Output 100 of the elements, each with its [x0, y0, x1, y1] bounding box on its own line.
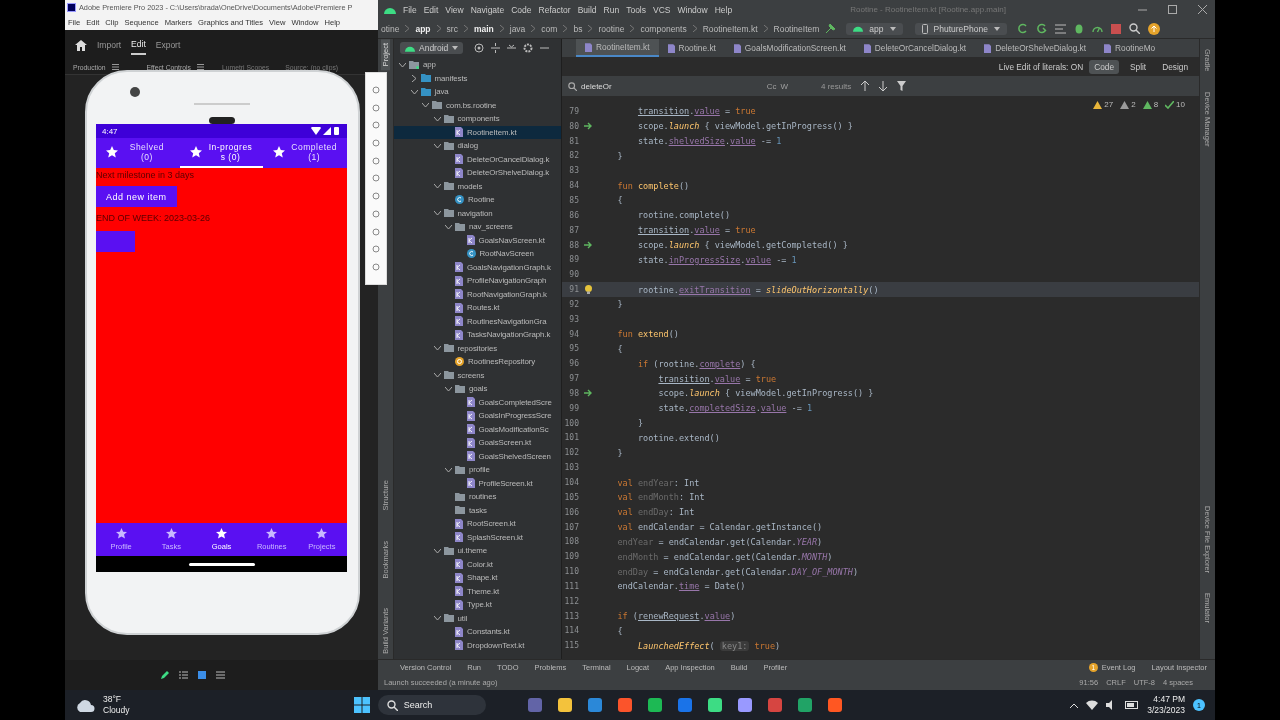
menu-item[interactable]: Edit [423, 4, 439, 15]
windows-logo-icon[interactable] [353, 697, 370, 713]
editor-tab[interactable]: Rootine.kt [658, 39, 725, 57]
menu-item[interactable]: Refactor [538, 4, 571, 15]
tab[interactable]: In-progress (0) [179, 138, 264, 168]
breadcrumb[interactable]: bs [573, 23, 583, 34]
search-icon[interactable] [1128, 23, 1140, 34]
breadcrumb[interactable]: components [640, 23, 687, 34]
code-line: if (rootine.complete) { [636, 358, 756, 369]
caret-icon [889, 26, 896, 31]
device-dropdown[interactable]: PhuturePhone [914, 22, 1007, 35]
weather-text[interactable]: Cloudy [103, 705, 130, 716]
menu-icon[interactable] [196, 64, 204, 70]
editor-tab[interactable]: GoalsModificationScreen.kt [724, 39, 855, 57]
stop-icon[interactable] [1110, 23, 1121, 34]
pencil-icon[interactable] [160, 670, 169, 680]
live-edit-status[interactable]: Live Edit of literals: ON [998, 61, 1084, 72]
menu-item[interactable]: Help [714, 4, 733, 15]
editor-tab[interactable]: DeleteOrShelveDialog.kt [975, 39, 1096, 57]
clock-date[interactable]: 3/23/2023 [1147, 705, 1185, 716]
project-view-dropdown[interactable]: Android [400, 42, 464, 54]
editor-tab[interactable]: RootineMo [1095, 39, 1165, 57]
lightbulb-icon[interactable] [584, 285, 592, 295]
filter-icon[interactable] [897, 81, 907, 91]
breadcrumb[interactable]: otine [381, 23, 400, 34]
wifi-icon[interactable] [1086, 700, 1099, 710]
editor-tab[interactable]: DeleteOrCancelDialog.kt [854, 39, 976, 57]
arrow-down-icon[interactable] [879, 81, 888, 91]
breadcrumb[interactable]: src [446, 23, 458, 34]
add-item-button[interactable]: Add new item [96, 186, 177, 207]
workspace-tab[interactable]: Import [97, 36, 122, 54]
home-indicator[interactable] [188, 562, 255, 566]
menu-item[interactable]: Window [677, 4, 708, 15]
breadcrumb[interactable]: java [509, 23, 526, 34]
run-arrow-icon[interactable] [583, 122, 593, 131]
view-mode-button[interactable]: Code [1089, 59, 1120, 74]
maximize-icon[interactable] [1168, 5, 1177, 14]
tab[interactable]: Completed (1) [263, 138, 347, 168]
search-option[interactable]: W [780, 81, 788, 91]
inspection-count[interactable]: 2 [1120, 100, 1136, 109]
breadcrumb[interactable]: com [541, 23, 558, 34]
inspection-count[interactable]: 8 [1142, 100, 1159, 109]
workspace-tab[interactable]: Export [155, 36, 181, 54]
update-icon[interactable] [1147, 22, 1160, 35]
clock-time[interactable]: 4:47 PM [1153, 694, 1185, 705]
breadcrumb[interactable]: rootine [598, 23, 625, 34]
editor-tab[interactable]: RootineItem.kt [576, 39, 659, 57]
inspection-count[interactable]: 27 [1093, 100, 1114, 109]
inspection-count[interactable]: 10 [1165, 100, 1185, 109]
search-field[interactable]: deleteOr Cc W [565, 78, 791, 94]
tab[interactable]: Shelved (0) [96, 138, 180, 168]
apply-changes-icon[interactable] [1035, 23, 1047, 34]
breadcrumb[interactable]: RootineItem [773, 23, 820, 34]
workspace-tab[interactable]: Edit [131, 35, 146, 55]
battery-icon[interactable] [1125, 701, 1140, 709]
run-arrow-icon[interactable] [583, 241, 593, 249]
bug-icon[interactable] [1073, 23, 1084, 34]
target-icon[interactable] [474, 43, 485, 53]
menu-item[interactable]: Navigate [470, 4, 505, 15]
list-icon[interactable] [179, 671, 188, 679]
gauge-icon[interactable] [1091, 24, 1103, 33]
hammer-icon[interactable] [825, 23, 837, 34]
menu-item[interactable]: Run [603, 4, 620, 15]
rerun-icon[interactable] [1016, 23, 1028, 34]
chevron-up-icon[interactable] [1070, 702, 1079, 708]
app-icon[interactable] [796, 697, 813, 713]
run-arrow-icon[interactable] [583, 389, 593, 398]
app-icon[interactable] [616, 697, 633, 713]
arrow-up-icon[interactable] [861, 81, 870, 91]
breadcrumb[interactable]: main [473, 23, 494, 34]
code-line: LaunchedEffect( key1: true) [636, 640, 781, 651]
breadcrumb[interactable]: app [415, 23, 431, 34]
menu-item[interactable]: Build [577, 4, 597, 15]
menu-item[interactable]: Code [511, 4, 532, 15]
app-icon[interactable] [826, 697, 843, 713]
menu-item[interactable]: View [445, 4, 464, 15]
app-icon[interactable] [586, 697, 603, 713]
search-field[interactable]: Search [377, 695, 486, 715]
folder-icon [443, 114, 454, 123]
app-icon[interactable] [736, 697, 753, 713]
app-icon[interactable] [646, 697, 663, 713]
menu-icon[interactable] [111, 64, 119, 70]
temperature[interactable]: 38°F [103, 694, 130, 705]
home-icon[interactable] [75, 39, 87, 51]
view-mode-button[interactable]: Design [1157, 59, 1193, 74]
menu-item[interactable]: File [403, 4, 417, 15]
app-icon[interactable] [556, 697, 573, 713]
menu-item[interactable]: Tools [626, 4, 646, 15]
run-config-dropdown[interactable]: app [846, 22, 903, 35]
settings-icon[interactable] [523, 43, 534, 53]
close-icon[interactable] [1198, 5, 1207, 14]
expand-icon[interactable] [491, 43, 501, 53]
app-icon[interactable] [706, 697, 723, 713]
view-mode-button[interactable]: Split [1125, 59, 1152, 74]
menu-icon[interactable] [216, 671, 225, 679]
search-option[interactable]: Cc [766, 81, 777, 91]
breadcrumb[interactable]: RootineItem.kt [702, 23, 758, 34]
tool-icon[interactable] [372, 139, 380, 147]
list-icon[interactable] [1054, 23, 1066, 34]
menu-item[interactable]: VCS [653, 4, 671, 15]
